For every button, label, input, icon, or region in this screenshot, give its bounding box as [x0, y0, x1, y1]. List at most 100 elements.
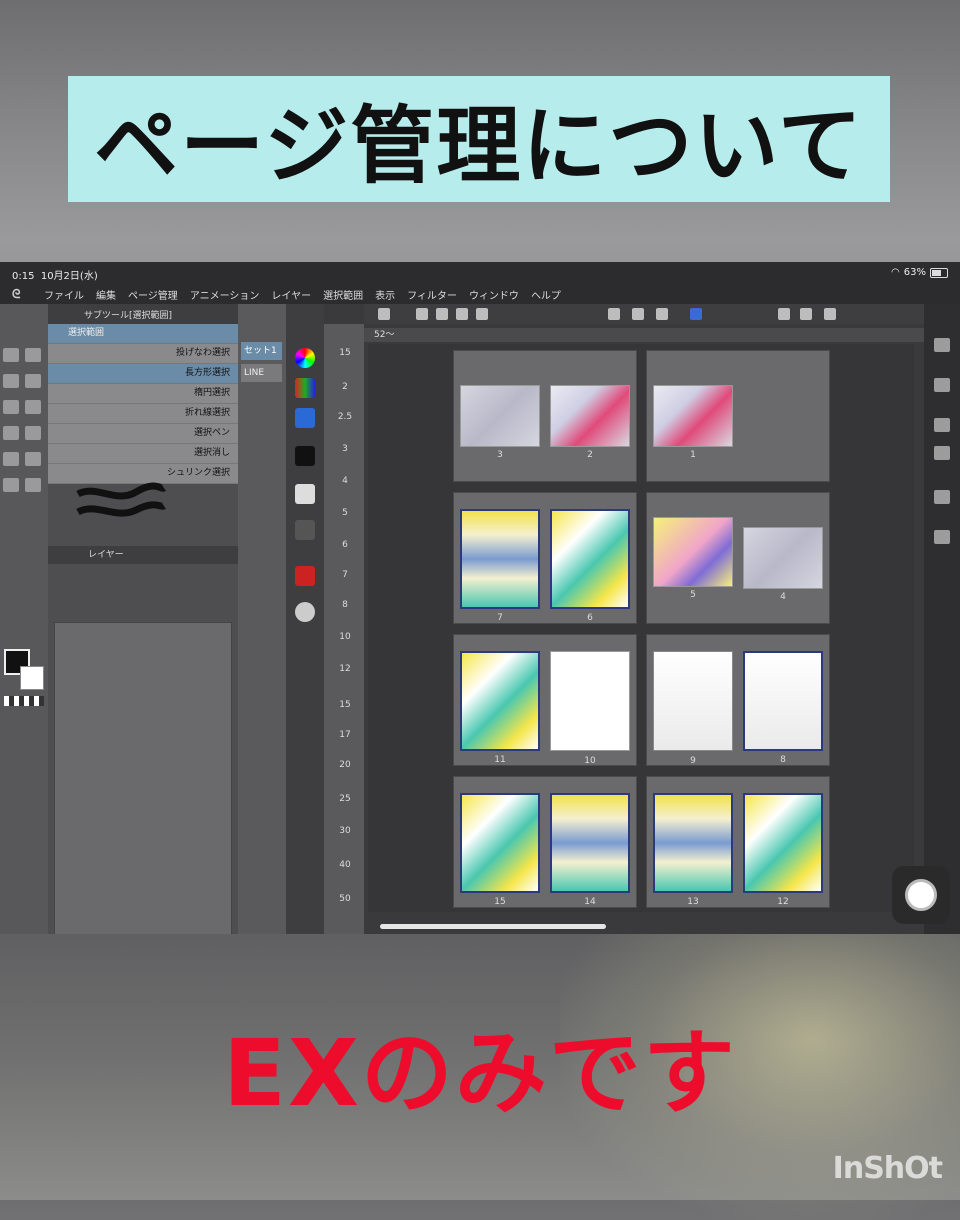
text-tool-icon[interactable] — [25, 452, 41, 466]
logo-icon[interactable] — [378, 308, 390, 320]
animation-icon[interactable] — [295, 446, 315, 466]
battery-status: ◠ 63% — [891, 267, 948, 278]
menu-edit[interactable]: 編集 — [96, 287, 116, 302]
subtool-item[interactable]: 選択ペン — [48, 424, 238, 444]
page-spread[interactable]: 13 12 — [646, 776, 830, 908]
gradient-tool-icon[interactable] — [3, 452, 19, 466]
page-thumbnail[interactable]: 5 — [653, 517, 733, 600]
comment-icon[interactable] — [934, 490, 950, 504]
layer-panel-header: レイヤー — [48, 546, 238, 564]
open-file-icon[interactable] — [436, 308, 448, 320]
zoom-icon[interactable] — [690, 308, 702, 320]
page-thumbnail[interactable]: 9 — [653, 651, 733, 766]
page-spread[interactable]: 3 2 — [453, 350, 637, 482]
page-thumbnail[interactable]: 11 — [460, 651, 540, 765]
page-thumbnail[interactable]: 3 — [460, 385, 540, 460]
new-file-icon[interactable] — [416, 308, 428, 320]
hamburger-icon[interactable] — [824, 308, 836, 320]
page-thumbnail[interactable]: 7 — [460, 509, 540, 623]
page-thumbnail[interactable]: 14 — [550, 793, 630, 907]
transparent-color-swatch[interactable] — [4, 696, 44, 706]
menu-help[interactable]: ヘルプ — [531, 287, 561, 302]
menu-animation[interactable]: アニメーション — [190, 287, 260, 302]
subtool-item[interactable]: 楕円選択 — [48, 384, 238, 404]
page-spread[interactable]: 1 — [646, 350, 830, 482]
page-spread[interactable]: 15 14 — [453, 776, 637, 908]
brush-tool-icon[interactable] — [3, 426, 19, 440]
eraser-tool-icon[interactable] — [25, 374, 41, 388]
ruler-tool-icon[interactable] — [25, 478, 41, 492]
color-wheel-icon[interactable] — [295, 348, 315, 368]
status-time: 0:15 10月2日(水) — [12, 271, 98, 282]
page-thumbnail[interactable]: 8 — [743, 651, 823, 765]
page-number: 10 — [584, 756, 596, 766]
export-panel-icon[interactable] — [934, 530, 950, 544]
subtool-header: サブツール[選択範囲] — [48, 304, 238, 324]
menu-layer[interactable]: レイヤー — [271, 287, 311, 302]
set-label[interactable]: セット1 — [241, 342, 282, 360]
ipad-screenshot: 0:15 10月2日(水) ◠ 63% ᘓ ファイル 編集 ページ管理 アニメー… — [0, 262, 960, 934]
page-thumbnail[interactable]: 2 — [550, 385, 630, 460]
ruler-label: 3 — [342, 444, 348, 454]
film-icon[interactable] — [656, 308, 668, 320]
menu-bar: ᘓ ファイル 編集 ページ管理 アニメーション レイヤー 選択範囲 表示 フィル… — [0, 284, 960, 304]
menu-window[interactable]: ウィンドウ — [469, 287, 519, 302]
panel-icon-column — [286, 304, 324, 934]
page-thumbnail[interactable]: 6 — [550, 509, 630, 623]
menu-selection[interactable]: 選択範囲 — [323, 287, 363, 302]
app-logo-icon[interactable]: ᘓ — [12, 287, 28, 301]
select-tool-icon[interactable] — [3, 374, 19, 388]
color-set-icon[interactable] — [295, 378, 315, 398]
search-icon[interactable] — [295, 602, 315, 622]
subtool-item[interactable]: シュリンク選択 — [48, 464, 238, 484]
balloon-tool-icon[interactable] — [3, 478, 19, 492]
page-thumbnail[interactable]: 10 — [550, 651, 630, 766]
copy-icon[interactable] — [632, 308, 644, 320]
folder-icon[interactable] — [934, 446, 950, 460]
ruler-label: 10 — [339, 632, 351, 642]
subtool-item[interactable]: 選択消し — [48, 444, 238, 464]
subtool-item[interactable]: 折れ線選択 — [48, 404, 238, 424]
menu-page[interactable]: ページ管理 — [128, 287, 178, 302]
assistive-touch-button[interactable] — [892, 866, 950, 924]
page-thumbnail[interactable]: 13 — [653, 793, 733, 907]
layer-icon[interactable] — [608, 308, 620, 320]
layer-property-icon[interactable] — [934, 378, 950, 392]
pen-tool-icon[interactable] — [3, 400, 19, 414]
battery-percent: 63% — [903, 267, 926, 278]
canvas-tab[interactable]: 52～ — [364, 328, 924, 342]
export-icon[interactable] — [476, 308, 488, 320]
fill-tool-icon[interactable] — [25, 426, 41, 440]
menu-view[interactable]: 表示 — [375, 287, 395, 302]
sub-color-swatch[interactable] — [20, 666, 44, 690]
page-spread[interactable]: 9 8 — [646, 634, 830, 766]
subtool-item[interactable]: 長方形選択 — [48, 364, 238, 384]
page-number: 4 — [780, 592, 786, 602]
home-indicator[interactable] — [380, 924, 606, 929]
page-thumbnail[interactable]: 12 — [743, 793, 823, 907]
navigator-icon[interactable] — [295, 484, 315, 504]
checker-icon[interactable] — [934, 418, 950, 432]
tool-property-icon[interactable] — [295, 520, 315, 540]
page-thumbnail[interactable]: 1 — [653, 385, 733, 460]
layout-icon[interactable] — [934, 338, 950, 352]
color-history-icon[interactable] — [295, 408, 315, 428]
pencil-tool-icon[interactable] — [25, 400, 41, 414]
menu-file[interactable]: ファイル — [44, 287, 84, 302]
page-number: 2 — [587, 450, 593, 460]
save-icon[interactable] — [456, 308, 468, 320]
page-spread[interactable]: 5 4 — [646, 492, 830, 624]
page-thumbnail[interactable]: 4 — [743, 527, 823, 602]
page-spread[interactable]: 7 6 — [453, 492, 637, 624]
menu-filter[interactable]: フィルター — [407, 287, 457, 302]
ruler-label: 25 — [339, 794, 351, 804]
settings-icon[interactable] — [778, 308, 790, 320]
menu-icon[interactable] — [800, 308, 812, 320]
page-spread[interactable]: 11 10 — [453, 634, 637, 766]
page-thumbnail[interactable]: 15 — [460, 793, 540, 907]
zoom-tool-icon[interactable] — [3, 348, 19, 362]
subtool-item[interactable]: 選択範囲 — [48, 324, 238, 344]
brush-size-icon[interactable] — [295, 566, 315, 586]
subtool-item[interactable]: 投げなわ選択 — [48, 344, 238, 364]
move-tool-icon[interactable] — [25, 348, 41, 362]
